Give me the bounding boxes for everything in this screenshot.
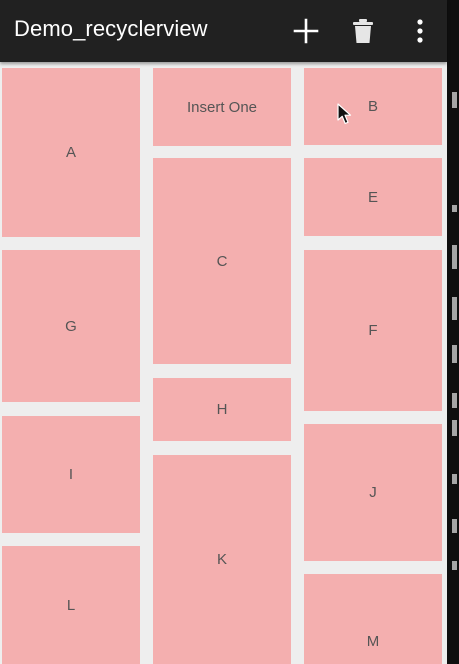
grid-item-label: M [366,632,380,650]
background-window-edge [447,0,459,664]
overflow-menu-button[interactable] [398,9,442,53]
app-screen: Demo_recyclerview A Insert One B E C G F… [0,0,459,664]
grid-item-label: H [216,401,228,418]
trash-icon [353,19,373,43]
grid-item-label: A [65,144,76,161]
mouse-pointer-icon [337,103,352,125]
grid-item-f[interactable]: F [304,250,442,411]
grid-item-label: F [368,322,378,339]
grid-item-l[interactable]: L [2,546,140,664]
background-mark [452,420,457,436]
app-title: Demo_recyclerview [14,16,208,41]
grid-item-label: I [68,466,74,483]
add-icon [293,18,319,44]
background-mark [452,519,457,533]
grid-item-label: L [66,596,76,614]
grid-item-label: J [369,484,377,501]
grid-item-insert-one[interactable]: Insert One [153,68,291,146]
background-mark [452,297,457,320]
background-mark [452,92,457,108]
grid-item-e[interactable]: E [304,158,442,236]
background-mark [452,205,457,212]
background-mark [452,393,457,408]
grid-item-label: Insert One [186,98,258,116]
grid-item-label: K [216,551,227,568]
app-bar: Demo_recyclerview [0,0,447,62]
grid-item-j[interactable]: J [304,424,442,561]
staggered-grid[interactable]: A Insert One B E C G F H I K J L M [0,62,447,664]
background-mark [452,474,457,484]
grid-item-i[interactable]: I [2,416,140,533]
background-mark [452,345,457,363]
background-mark [452,561,457,570]
grid-item-g[interactable]: G [2,250,140,402]
grid-item-c[interactable]: C [153,158,291,364]
grid-item-a[interactable]: A [2,68,140,237]
background-mark [452,245,457,269]
grid-item-label: B [367,98,378,115]
grid-item-b[interactable]: B [304,68,442,145]
grid-item-k[interactable]: K [153,455,291,664]
grid-item-m[interactable]: M [304,574,442,664]
grid-item-label: G [65,317,77,335]
delete-button[interactable] [341,9,385,53]
grid-item-h[interactable]: H [153,378,291,441]
add-button[interactable] [284,9,328,53]
grid-item-label: C [216,252,228,270]
grid-item-label: E [367,188,378,206]
overflow-menu-icon [417,19,423,43]
